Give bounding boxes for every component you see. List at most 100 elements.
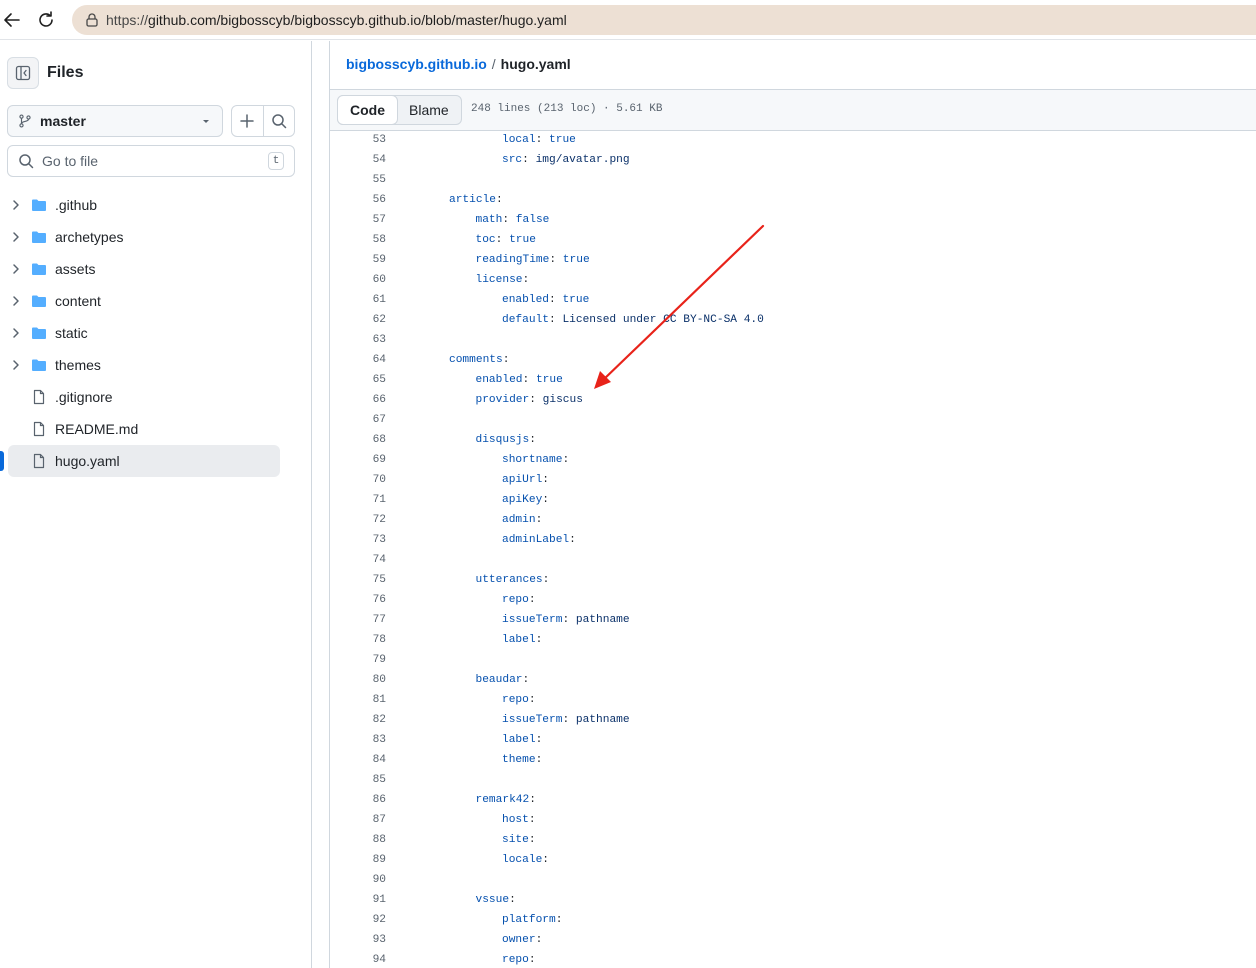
chevron-right-icon[interactable] <box>8 229 24 245</box>
yaml-colon: : <box>535 634 550 646</box>
code-line: 71 apiKey: <box>330 490 1256 510</box>
line-number[interactable]: 65 <box>330 370 386 390</box>
line-number[interactable]: 61 <box>330 290 386 310</box>
line-number[interactable]: 76 <box>330 590 386 610</box>
line-number[interactable]: 70 <box>330 470 386 490</box>
tree-item-archetypes[interactable]: archetypes <box>0 221 312 253</box>
tree-item-label: themes <box>55 357 101 373</box>
line-number[interactable]: 93 <box>330 930 386 950</box>
line-number[interactable]: 85 <box>330 770 386 790</box>
code-line: 58 toc: true <box>330 230 1256 250</box>
line-content <box>386 330 449 350</box>
tree-item-label: content <box>55 293 101 309</box>
code-line: 67 <box>330 410 1256 430</box>
line-number[interactable]: 79 <box>330 650 386 670</box>
breadcrumb-repo-link[interactable]: bigbosscyb.github.io <box>346 56 487 72</box>
line-number[interactable]: 68 <box>330 430 386 450</box>
yaml-colon: : <box>555 914 570 926</box>
line-number[interactable]: 88 <box>330 830 386 850</box>
line-number[interactable]: 72 <box>330 510 386 530</box>
code-line: 70 apiUrl: <box>330 470 1256 490</box>
line-number[interactable]: 74 <box>330 550 386 570</box>
line-number[interactable]: 58 <box>330 230 386 250</box>
collapse-sidebar-button[interactable] <box>7 57 39 89</box>
line-number[interactable]: 73 <box>330 530 386 550</box>
line-content: admin: <box>386 510 549 530</box>
yaml-value: pathname <box>575 614 630 626</box>
line-number[interactable]: 75 <box>330 570 386 590</box>
tab-blame[interactable]: Blame <box>397 96 461 124</box>
line-number[interactable]: 81 <box>330 690 386 710</box>
line-number[interactable]: 90 <box>330 870 386 890</box>
search-code-button[interactable] <box>262 106 294 136</box>
line-number[interactable]: 55 <box>330 170 386 190</box>
line-number[interactable]: 82 <box>330 710 386 730</box>
branch-selector[interactable]: master <box>7 105 223 137</box>
code-line: 74 <box>330 550 1256 570</box>
line-number[interactable]: 63 <box>330 330 386 350</box>
line-number[interactable]: 87 <box>330 810 386 830</box>
line-number[interactable]: 62 <box>330 310 386 330</box>
back-button[interactable] <box>0 6 26 34</box>
yaml-colon: : <box>502 214 516 226</box>
line-number[interactable]: 86 <box>330 790 386 810</box>
keyboard-shortcut-hint: t <box>268 152 284 170</box>
line-number[interactable]: 57 <box>330 210 386 230</box>
line-number[interactable]: 56 <box>330 190 386 210</box>
line-content: default: Licensed under CC BY-NC-SA 4.0 <box>386 310 764 330</box>
line-number[interactable]: 84 <box>330 750 386 770</box>
tree-item-assets[interactable]: assets <box>0 253 312 285</box>
url-host-path: github.com/bigbosscyb/bigbosscyb.github.… <box>148 12 567 28</box>
line-content: license: <box>386 270 536 290</box>
tree-item-themes[interactable]: themes <box>0 349 312 381</box>
yaml-key: owner <box>502 934 536 946</box>
go-to-file-input[interactable] <box>42 153 268 169</box>
chevron-right-icon[interactable] <box>8 197 24 213</box>
chevron-right-icon[interactable] <box>8 293 24 309</box>
yaml-colon: : <box>535 134 550 146</box>
code-line: 86 remark42: <box>330 790 1256 810</box>
tab-code[interactable]: Code <box>337 95 398 125</box>
yaml-colon: : <box>495 234 510 246</box>
add-file-button[interactable] <box>232 106 263 136</box>
site-info-icon[interactable] <box>82 10 102 30</box>
line-number[interactable]: 67 <box>330 410 386 430</box>
tree-item-static[interactable]: static <box>0 317 312 349</box>
chevron-right-icon[interactable] <box>8 261 24 277</box>
tree-item-readme[interactable]: README.md <box>0 413 312 445</box>
line-number[interactable]: 54 <box>330 150 386 170</box>
line-content <box>386 550 449 570</box>
line-number[interactable]: 66 <box>330 390 386 410</box>
go-to-file-field[interactable]: t <box>7 145 295 177</box>
tree-item-gitignore[interactable]: .gitignore <box>0 381 312 413</box>
chevron-right-icon[interactable] <box>8 325 24 341</box>
line-number[interactable]: 94 <box>330 950 386 968</box>
line-number[interactable]: 89 <box>330 850 386 870</box>
yaml-value: img/avatar.png <box>535 154 630 166</box>
tree-item-content[interactable]: content <box>0 285 312 317</box>
address-bar[interactable]: https://github.com/bigbosscyb/bigbosscyb… <box>72 5 1256 35</box>
line-number[interactable]: 53 <box>330 130 386 150</box>
tree-item-hugo-yaml[interactable]: hugo.yaml <box>0 445 312 477</box>
tree-item-github[interactable]: .github <box>0 189 312 221</box>
breadcrumb-file-name: hugo.yaml <box>500 56 571 72</box>
chevron-right-icon[interactable] <box>8 357 24 373</box>
line-number[interactable]: 69 <box>330 450 386 470</box>
yaml-colon: : <box>528 594 543 606</box>
arrow-left-icon <box>4 13 20 27</box>
reload-button[interactable] <box>32 6 60 34</box>
line-number[interactable]: 77 <box>330 610 386 630</box>
line-number[interactable]: 78 <box>330 630 386 650</box>
line-number[interactable]: 71 <box>330 490 386 510</box>
line-number[interactable]: 60 <box>330 270 386 290</box>
line-content: label: <box>386 630 549 650</box>
line-number[interactable]: 92 <box>330 910 386 930</box>
code-view: 53 local: true 54 src: img/avatar.png 55 56 ar… <box>330 130 1256 968</box>
line-number[interactable]: 80 <box>330 670 386 690</box>
line-number[interactable]: 59 <box>330 250 386 270</box>
yaml-colon: : <box>522 374 536 386</box>
line-number[interactable]: 91 <box>330 890 386 910</box>
line-number[interactable]: 64 <box>330 350 386 370</box>
line-number[interactable]: 83 <box>330 730 386 750</box>
yaml-key: issueTerm <box>502 714 563 726</box>
